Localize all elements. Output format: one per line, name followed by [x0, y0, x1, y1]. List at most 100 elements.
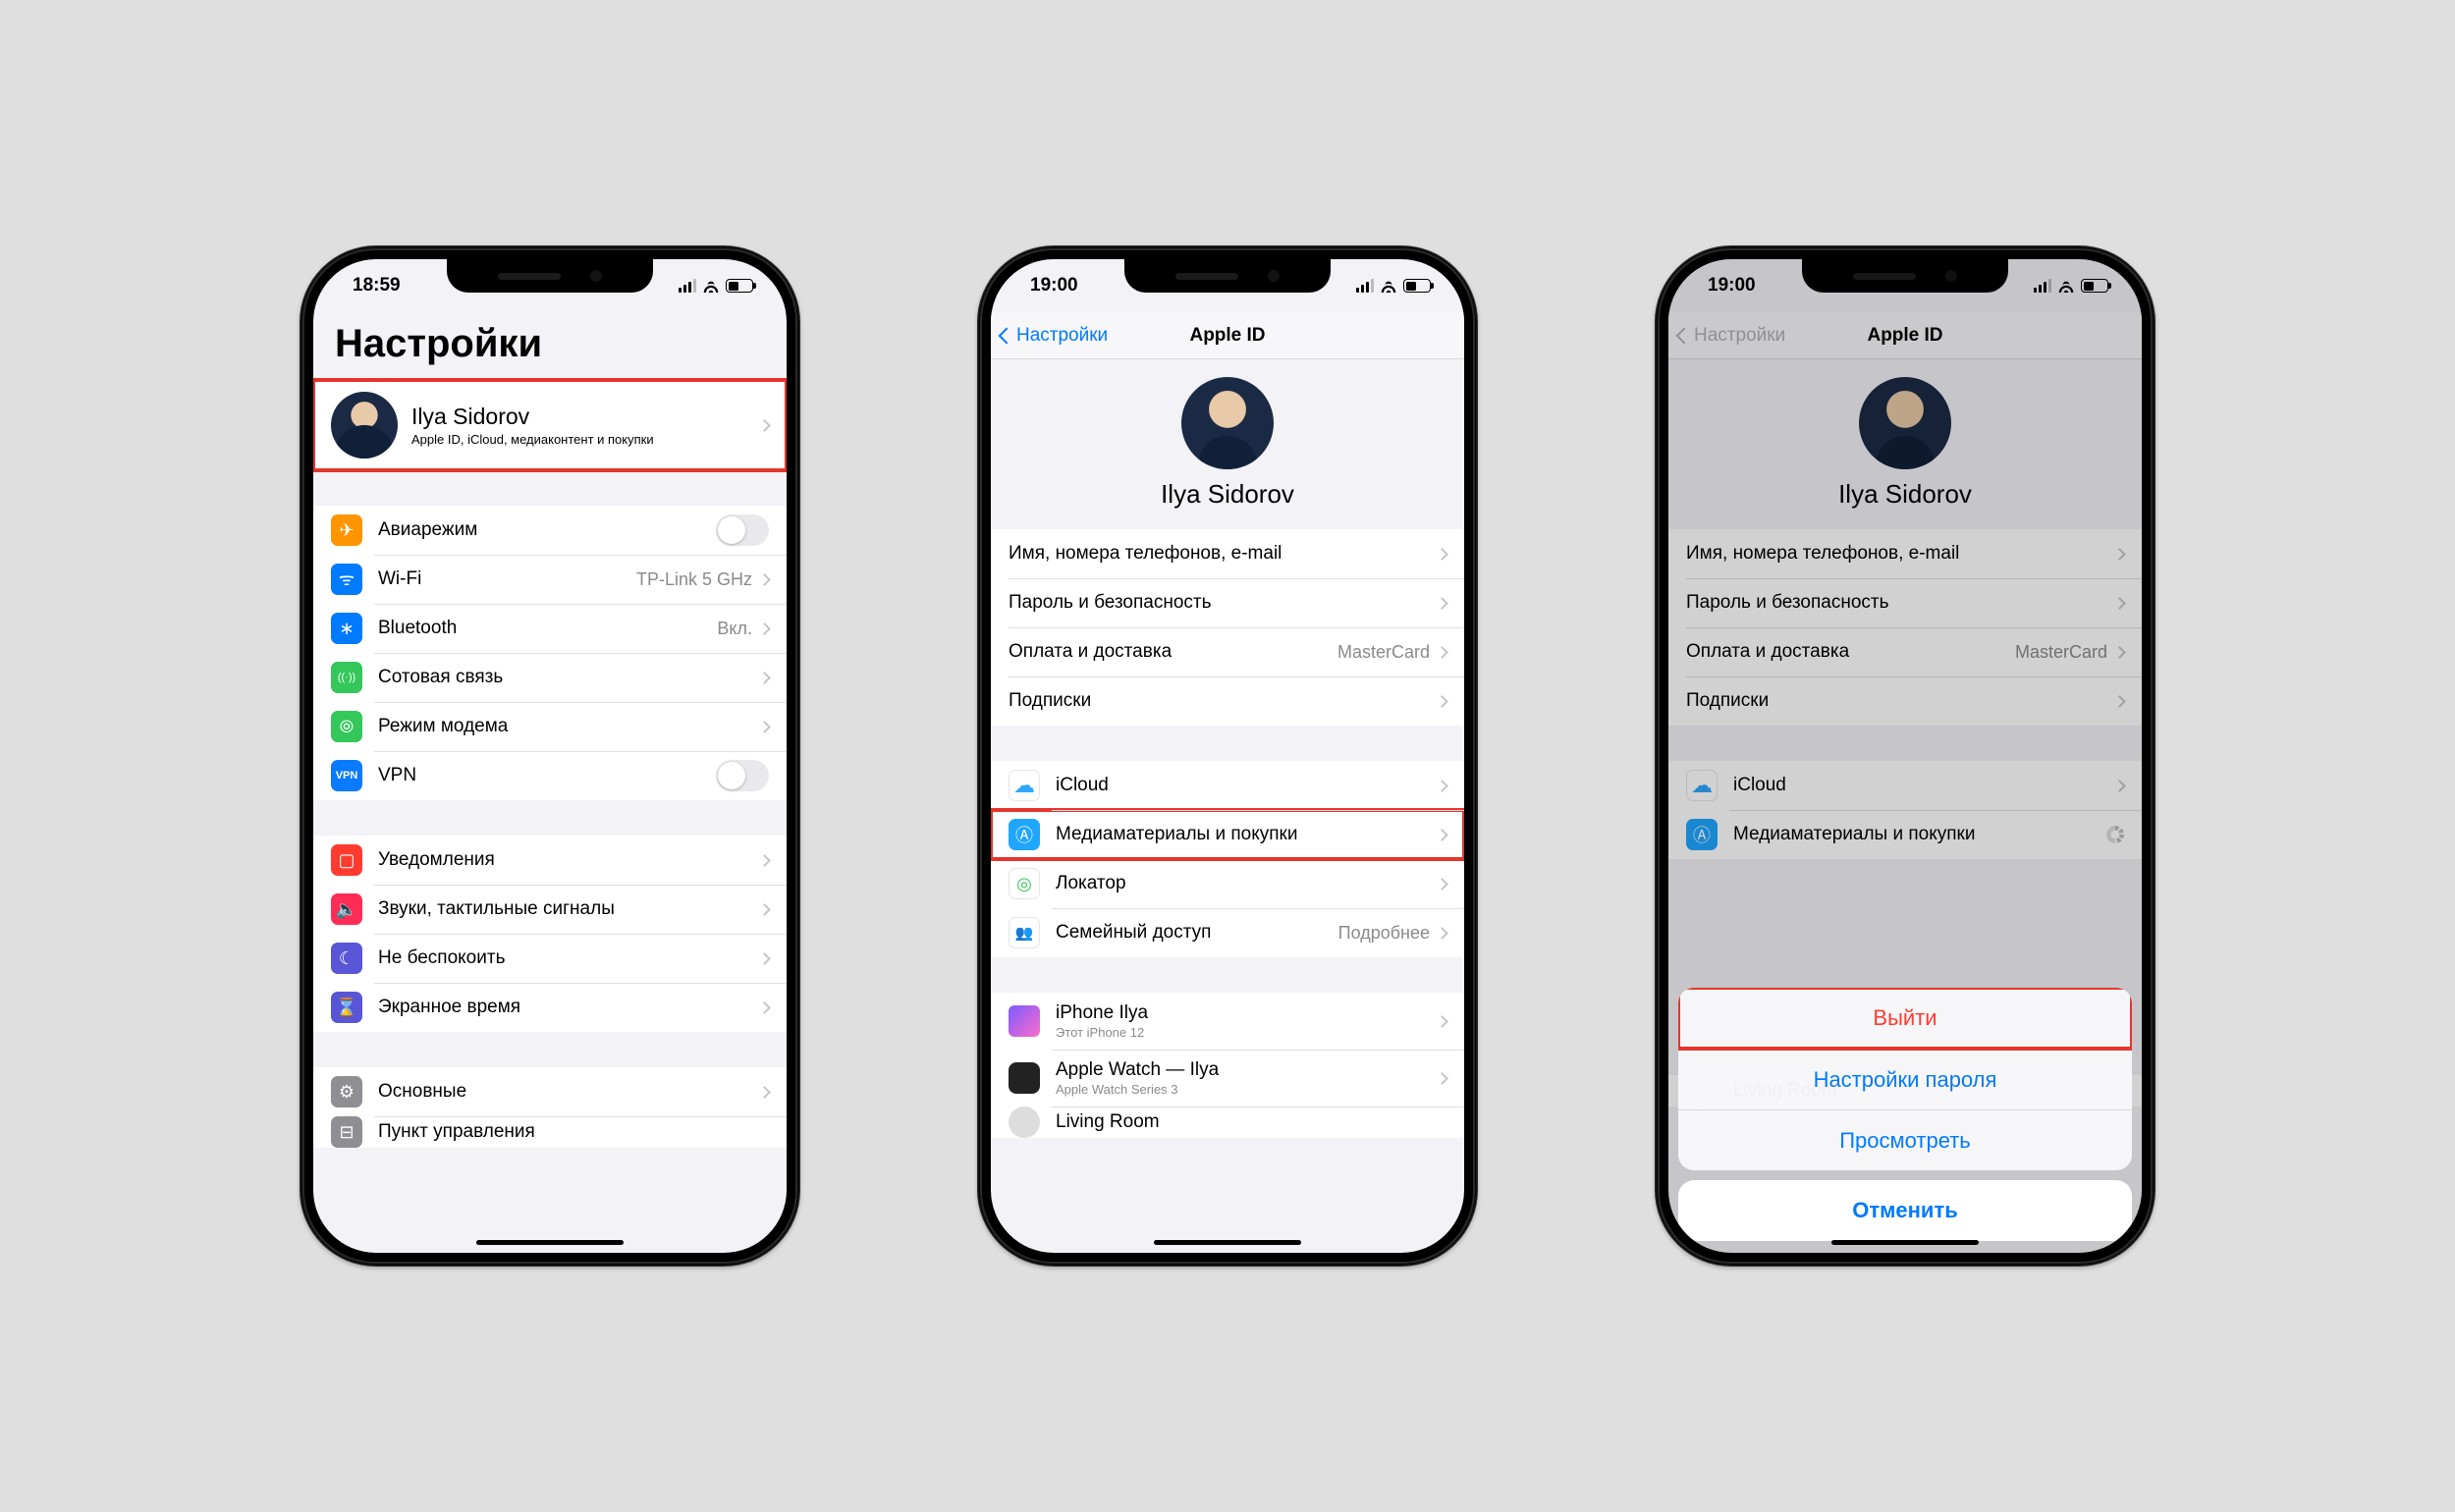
chevron-icon	[1436, 695, 1448, 708]
row-name-phone-email[interactable]: Имя, номера телефонов, e-mail	[991, 529, 1464, 578]
chevron-left-icon	[999, 327, 1015, 344]
chevron-icon	[1436, 780, 1448, 792]
home-indicator[interactable]	[1831, 1240, 1979, 1245]
device-name: Apple Watch — Ilya	[1056, 1059, 1438, 1081]
bluetooth-icon: ∗	[331, 613, 362, 644]
apple-id-screen: 19:00 Настройки Apple ID ПРАВКА Ilya Sid…	[991, 259, 1464, 1253]
device-sub: Apple Watch Series 3	[1056, 1082, 1438, 1097]
sheet-cancel-button[interactable]: Отменить	[1678, 1180, 2132, 1241]
airplane-icon: ✈	[331, 514, 362, 546]
row-sounds[interactable]: 🔈 Звуки, тактильные сигналы	[313, 885, 787, 934]
row-vpn[interactable]: VPN VPN	[313, 751, 787, 800]
value: Вкл.	[717, 619, 752, 639]
chevron-icon	[1436, 597, 1448, 610]
airplane-toggle[interactable]	[716, 514, 769, 546]
label: Выйти	[1873, 1005, 1937, 1031]
chevron-icon	[758, 622, 771, 635]
row-airplane[interactable]: ✈ Авиарежим	[313, 506, 787, 555]
label: Режим модема	[378, 716, 760, 737]
cellular-signal-icon	[679, 279, 696, 293]
label: Отменить	[1852, 1198, 1958, 1223]
chevron-icon	[1436, 829, 1448, 841]
chevron-icon	[758, 721, 771, 733]
label: Оплата и доставка	[1009, 641, 1337, 663]
device-name: Living Room	[1056, 1111, 1446, 1133]
cellular-icon: ((·))	[331, 662, 362, 693]
chevron-icon	[1436, 646, 1448, 659]
avatar-edit-label: ПРАВКА	[1205, 455, 1249, 465]
chevron-icon	[758, 672, 771, 684]
chevron-icon	[1436, 548, 1448, 561]
row-subscriptions[interactable]: Подписки	[991, 676, 1464, 726]
label: Подписки	[1009, 690, 1438, 712]
device-row-homepod[interactable]: Living Room	[991, 1107, 1464, 1138]
row-screentime[interactable]: ⌛ Экранное время	[313, 983, 787, 1032]
row-bluetooth[interactable]: ∗ Bluetooth Вкл.	[313, 604, 787, 653]
connectivity-section: ✈ Авиарежим ᯤ Wi-Fi TP-Link 5 GHz ∗ Blue…	[313, 506, 787, 800]
label: Bluetooth	[378, 618, 717, 639]
chevron-icon	[758, 419, 771, 432]
row-general[interactable]: ⚙ Основные	[313, 1067, 787, 1116]
avatar[interactable]: ПРАВКА	[1181, 377, 1274, 469]
label: Локатор	[1056, 873, 1438, 894]
label: Уведомления	[378, 849, 760, 871]
icloud-icon: ☁	[1009, 770, 1040, 801]
label: Пароль и безопасность	[1009, 592, 1438, 614]
row-payment[interactable]: Оплата и доставка MasterCard	[991, 627, 1464, 676]
apple-id-profile-row[interactable]: Ilya Sidorov Apple ID, iCloud, медиаконт…	[313, 380, 787, 470]
row-wifi[interactable]: ᯤ Wi-Fi TP-Link 5 GHz	[313, 555, 787, 604]
appstore-icon: Ⓐ	[1009, 819, 1040, 850]
row-media-purchases[interactable]: Ⓐ Медиаматериалы и покупки	[991, 810, 1464, 859]
label: Сотовая связь	[378, 667, 760, 688]
row-notifications[interactable]: ▢ Уведомления	[313, 836, 787, 885]
row-hotspot[interactable]: ⦾ Режим модема	[313, 702, 787, 751]
row-password-security[interactable]: Пароль и безопасность	[991, 578, 1464, 627]
row-family[interactable]: 👥 Семейный доступ Подробнее	[991, 908, 1464, 957]
chevron-icon	[1436, 1015, 1448, 1028]
label: Медиаматериалы и покупки	[1056, 824, 1438, 845]
label: Настройки пароля	[1814, 1067, 1997, 1093]
settings-screen: 18:59 Настройки Ilya Sidorov Apple ID, i…	[313, 259, 787, 1253]
sheet-password-settings-button[interactable]: Настройки пароля	[1678, 1049, 2132, 1109]
label: Пункт управления	[378, 1121, 769, 1143]
value: Подробнее	[1338, 923, 1430, 944]
homepod-icon	[1009, 1107, 1040, 1138]
home-indicator[interactable]	[1154, 1240, 1301, 1245]
services-section: ☁ iCloud Ⓐ Медиаматериалы и покупки ◎ Ло…	[991, 761, 1464, 957]
chevron-icon	[758, 952, 771, 965]
home-indicator[interactable]	[476, 1240, 624, 1245]
chevron-icon	[1436, 1072, 1448, 1085]
chevron-icon	[758, 1086, 771, 1099]
profile-header: ПРАВКА Ilya Sidorov	[991, 359, 1464, 529]
row-findmy[interactable]: ◎ Локатор	[991, 859, 1464, 908]
vpn-toggle[interactable]	[716, 760, 769, 791]
device-row-iphone[interactable]: iPhone Ilya Этот iPhone 12	[991, 993, 1464, 1050]
phone-1: 18:59 Настройки Ilya Sidorov Apple ID, i…	[300, 245, 800, 1267]
notifications-icon: ▢	[331, 844, 362, 876]
row-dnd[interactable]: ☾ Не беспокоить	[313, 934, 787, 983]
back-button[interactable]: Настройки	[1001, 325, 1108, 347]
sounds-icon: 🔈	[331, 893, 362, 925]
label: Просмотреть	[1839, 1128, 1971, 1154]
profile-texts: Ilya Sidorov Apple ID, iCloud, медиаконт…	[411, 404, 746, 447]
device-row-watch[interactable]: Apple Watch — Ilya Apple Watch Series 3	[991, 1050, 1464, 1107]
sheet-view-button[interactable]: Просмотреть	[1678, 1109, 2132, 1170]
sheet-sign-out-button[interactable]: Выйти	[1678, 988, 2132, 1049]
value: TP-Link 5 GHz	[636, 569, 752, 590]
label: VPN	[378, 765, 716, 786]
avatar	[331, 392, 398, 459]
chevron-icon	[758, 854, 771, 867]
vpn-icon: VPN	[331, 760, 362, 791]
row-control-center[interactable]: ⊟ Пункт управления	[313, 1116, 787, 1148]
wifi-icon	[1380, 279, 1397, 293]
row-icloud[interactable]: ☁ iCloud	[991, 761, 1464, 810]
sheet-options: Выйти Настройки пароля Просмотреть	[1678, 988, 2132, 1170]
battery-icon	[726, 279, 753, 293]
profile-name: Ilya Sidorov	[411, 404, 746, 430]
cellular-signal-icon	[1356, 279, 1374, 293]
row-cellular[interactable]: ((·)) Сотовая связь	[313, 653, 787, 702]
navbar-title: Apple ID	[1189, 325, 1265, 347]
label: Авиарежим	[378, 519, 716, 541]
apple-id-screen-with-sheet: 19:00 Настройки Apple ID ПРАВКА Ilya Sid…	[1668, 259, 2142, 1253]
iphone-icon	[1009, 1005, 1040, 1037]
